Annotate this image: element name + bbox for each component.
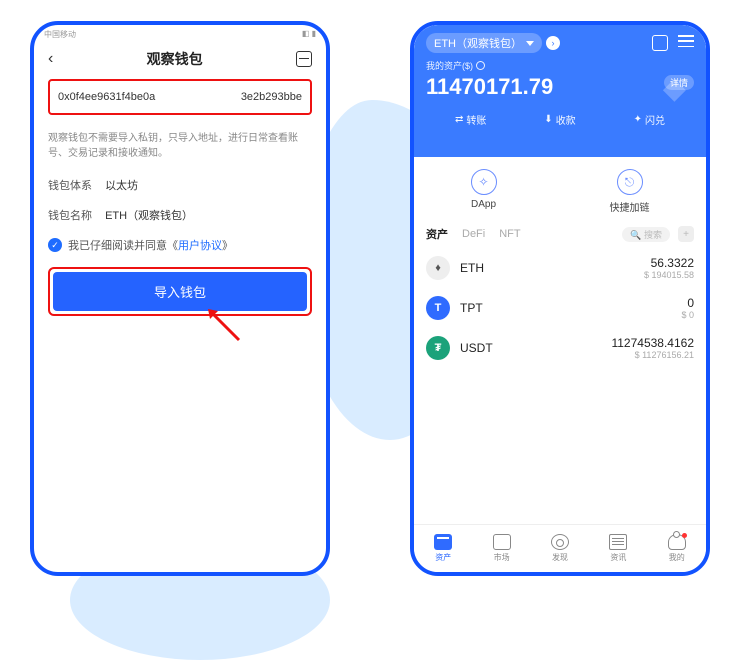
swap-action[interactable]: ✦ 闪兑 [634,112,665,127]
eth-icon: ♦ [426,256,450,280]
tab-defi[interactable]: DeFi [462,228,485,240]
import-wallet-button[interactable]: 导入钱包 [53,272,307,311]
token-row-tpt[interactable]: T TPT 0 $ 0 [426,288,694,328]
status-icons: ◧ ▮ [302,29,316,43]
eth-watermark-icon: ◆ [663,71,686,106]
nav-discover[interactable]: 发现 [551,534,569,563]
annotation-arrow [204,305,244,345]
description-text: 观察钱包不需要导入私钥，只导入地址，进行日常查看账号、交易记录和接收通知。 [48,131,312,161]
carrier: 中国移动 [44,29,76,43]
import-highlight: 导入钱包 [48,267,312,316]
assets-icon [434,534,452,550]
chain-selector[interactable]: ETH（观察钱包） [426,33,542,53]
quick-actions: ✧ DApp ⎋ 快捷加链 [414,157,706,222]
wallet-name-row: 钱包名称 ETH（观察钱包） [48,207,312,223]
add-chain-quick[interactable]: ⎋ 快捷加链 [610,169,650,214]
notification-dot [682,533,687,538]
scan-icon[interactable] [296,51,312,67]
discover-icon [551,534,569,550]
eye-icon[interactable] [476,61,485,70]
agreement-checkbox[interactable]: ✓ [48,238,62,252]
back-icon[interactable]: ‹ [48,50,53,68]
profile-icon [668,534,686,550]
market-icon [493,534,511,550]
chevron-down-icon [526,41,534,46]
address-input[interactable]: 0x0f4ee9631f4be0a 3e2b293bbe [48,79,312,115]
assets-label: 我的资产($) [426,59,473,72]
user-agreement-link[interactable]: 用户协议 [178,240,222,252]
wallet-system-label: 钱包体系 [48,180,92,192]
menu-icon[interactable] [678,35,694,47]
address-right: 3e2b293bbe [241,91,302,103]
assets-amount: 11470171.79 [426,74,694,100]
wallet-name-label: 钱包名称 [48,210,92,222]
token-row-eth[interactable]: ♦ ETH 56.3322 $ 194015.58 [426,248,694,288]
nav-market[interactable]: 市场 [493,534,511,563]
chain-arrow-icon[interactable]: › [546,36,560,50]
tab-nft[interactable]: NFT [499,228,520,240]
transfer-action[interactable]: ⇄ 转账 [455,112,486,127]
wallet-name-value: ETH（观察钱包） [105,210,193,222]
phone-right: ETH（观察钱包） › 我的资产($) 11470171.79 详情 ◆ ⇄ 转… [410,21,710,576]
wallet-header: ETH（观察钱包） › 我的资产($) 11470171.79 详情 ◆ ⇄ 转… [414,25,706,157]
page-title: 观察钱包 [147,49,203,69]
search-pill[interactable]: 🔍 搜索 [622,227,670,242]
nav-news[interactable]: 资讯 [609,534,627,563]
nav-assets[interactable]: 资产 [434,534,452,563]
nav-me[interactable]: 我的 [668,534,686,563]
title-bar: ‹ 观察钱包 [34,43,326,79]
receive-action[interactable]: ⬇ 收款 [544,112,575,127]
agreement-row[interactable]: ✓ 我已仔细阅读并同意《用户协议》 [48,237,312,253]
usdt-icon: ₮ [426,336,450,360]
token-row-usdt[interactable]: ₮ USDT 11274538.4162 $ 11276156.21 [426,328,694,368]
dapp-quick[interactable]: ✧ DApp [471,169,497,214]
chain-label: ETH（观察钱包） [434,35,522,51]
agreement-prefix: 我已仔细阅读并同意《 [68,240,178,252]
camera-icon[interactable] [652,35,668,51]
add-token-button[interactable]: + [678,226,694,242]
compass-icon: ✧ [471,169,497,195]
asset-tabs: 资产 DeFi NFT 🔍 搜索 + [414,222,706,248]
wallet-system-value: 以太坊 [105,180,138,192]
address-left: 0x0f4ee9631f4be0a [58,91,155,103]
tab-assets[interactable]: 资产 [426,226,448,242]
token-list: ♦ ETH 56.3322 $ 194015.58 T TPT 0 $ 0 ₮ … [414,248,706,368]
news-icon [609,534,627,550]
status-bar: 中国移动 ◧ ▮ [34,25,326,43]
bottom-nav: 资产 市场 发现 资讯 我的 [414,524,706,572]
phone-left: 中国移动 ◧ ▮ ‹ 观察钱包 0x0f4ee9631f4be0a 3e2b29… [30,21,330,576]
wallet-system-row: 钱包体系 以太坊 [48,177,312,193]
agreement-suffix: 》 [222,240,233,252]
tpt-icon: T [426,296,450,320]
link-icon: ⎋ [617,169,643,195]
